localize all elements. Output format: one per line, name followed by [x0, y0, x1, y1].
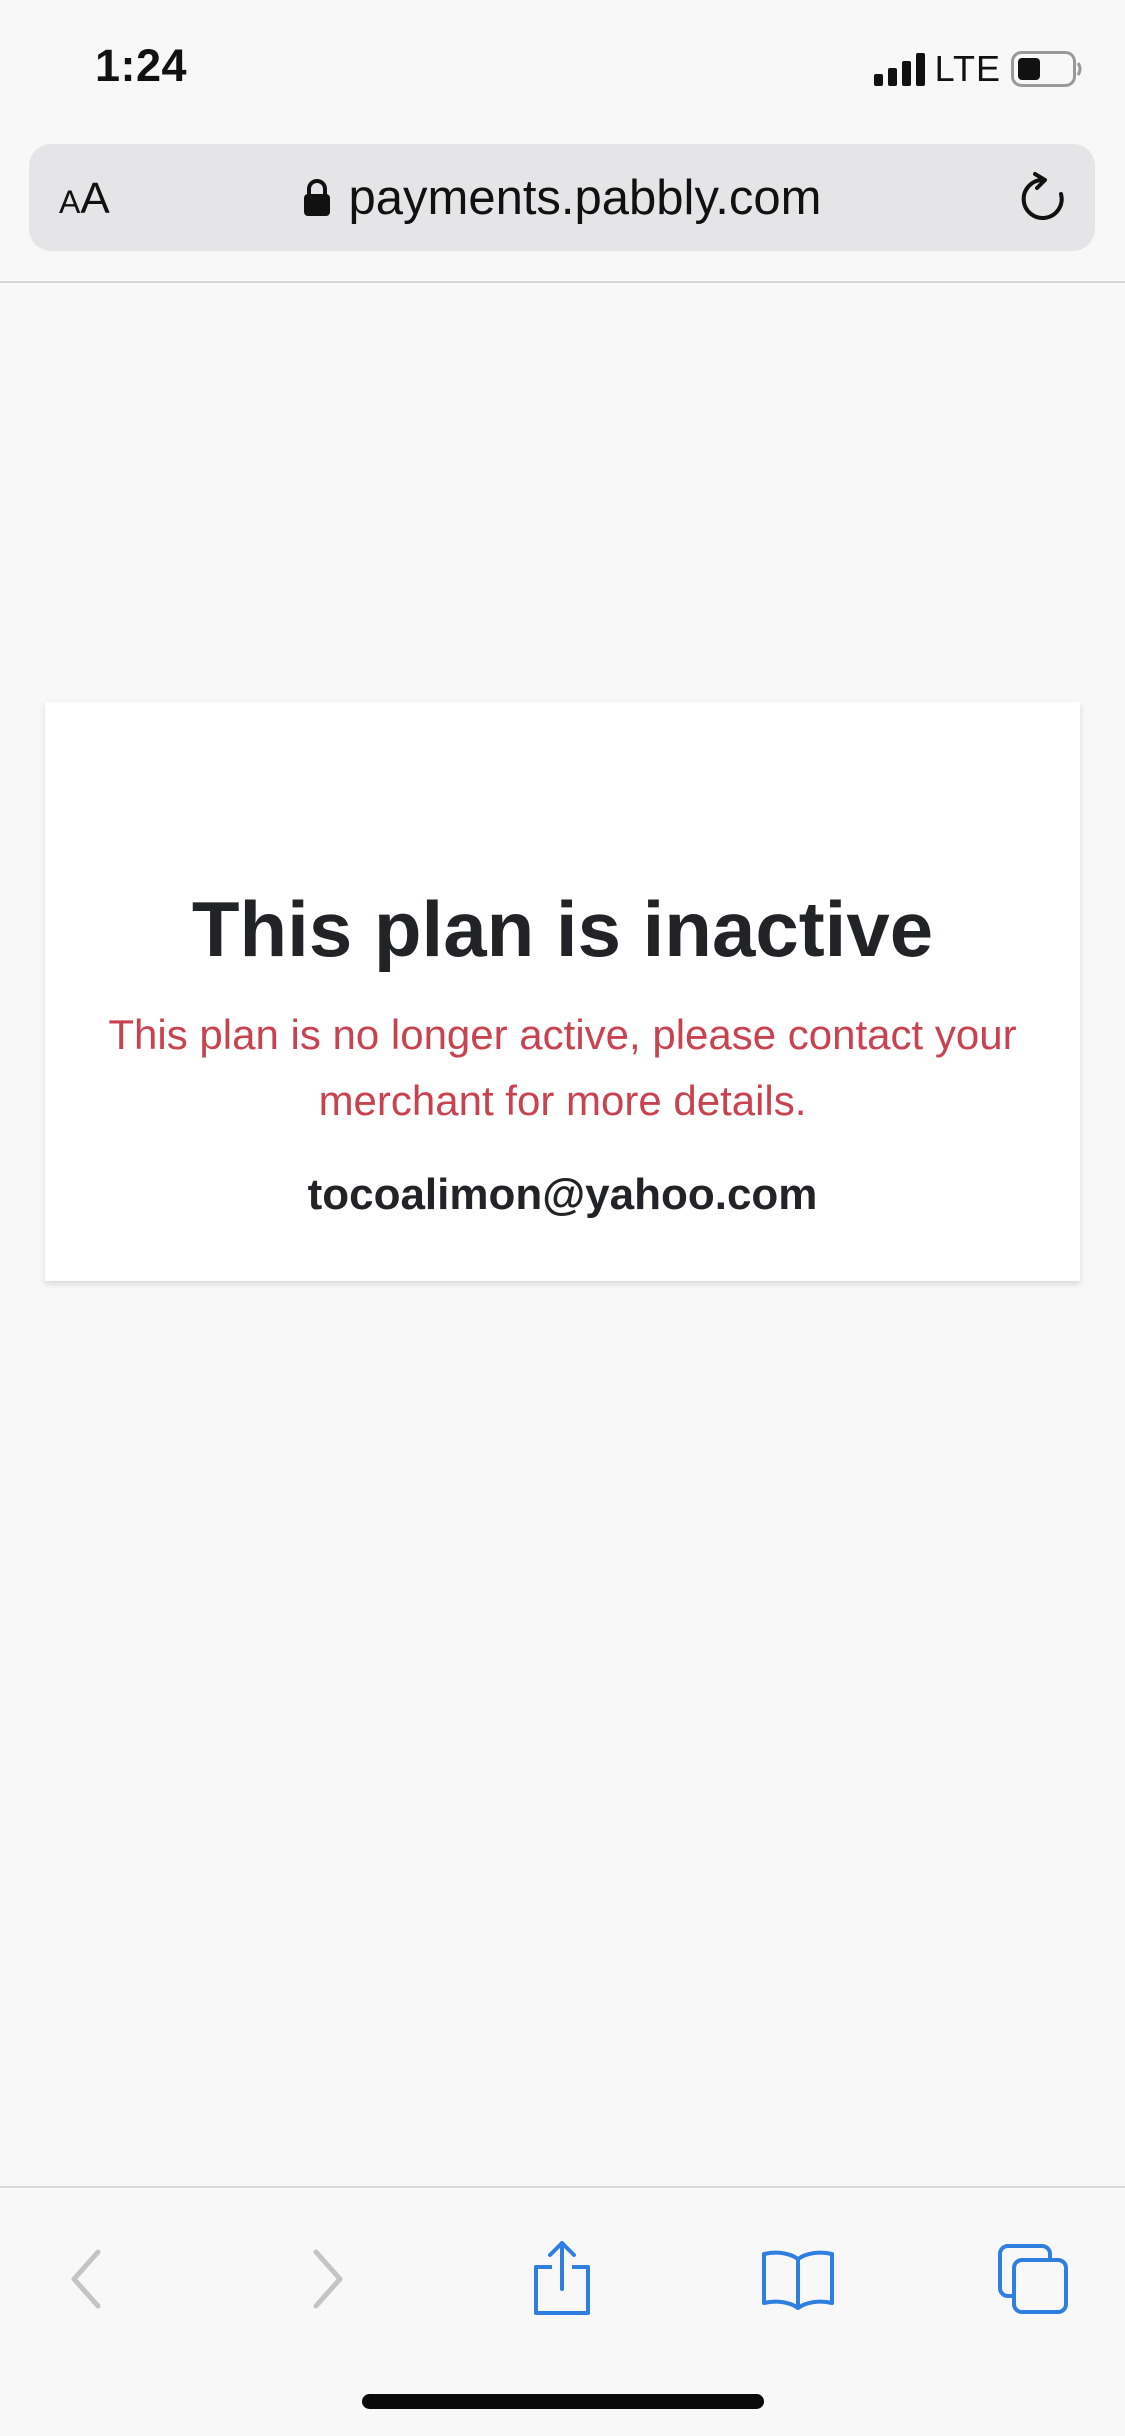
inactive-plan-card: This plan is inactive This plan is no lo…: [45, 702, 1080, 1281]
tabs-icon[interactable]: [988, 2234, 1078, 2324]
url-text: payments.pabbly.com: [348, 170, 822, 225]
url-display[interactable]: payments.pabbly.com: [29, 144, 1095, 251]
network-type: LTE: [934, 48, 1001, 89]
status-bar: 1:24 LTE: [0, 0, 1125, 135]
back-chevron-icon[interactable]: [42, 2234, 132, 2324]
card-title: This plan is inactive: [191, 885, 934, 973]
reload-icon[interactable]: [1015, 170, 1071, 226]
bookmarks-icon[interactable]: [753, 2234, 843, 2324]
battery-icon: [1011, 51, 1083, 87]
address-bar[interactable]: A A payments.pabbly.com: [29, 144, 1095, 251]
forward-chevron-icon[interactable]: [282, 2234, 372, 2324]
merchant-email: tocoalimon@yahoo.com: [307, 1170, 818, 1219]
home-indicator[interactable]: [362, 2394, 764, 2409]
error-message: This plan is no longer active, please co…: [108, 1011, 1017, 1124]
status-time: 1:24: [95, 40, 188, 91]
share-icon[interactable]: [517, 2234, 607, 2324]
lock-icon: [303, 178, 331, 217]
top-divider: [0, 281, 1125, 283]
status-indicators: LTE: [873, 48, 1083, 90]
signal-bars-icon: [873, 52, 925, 86]
